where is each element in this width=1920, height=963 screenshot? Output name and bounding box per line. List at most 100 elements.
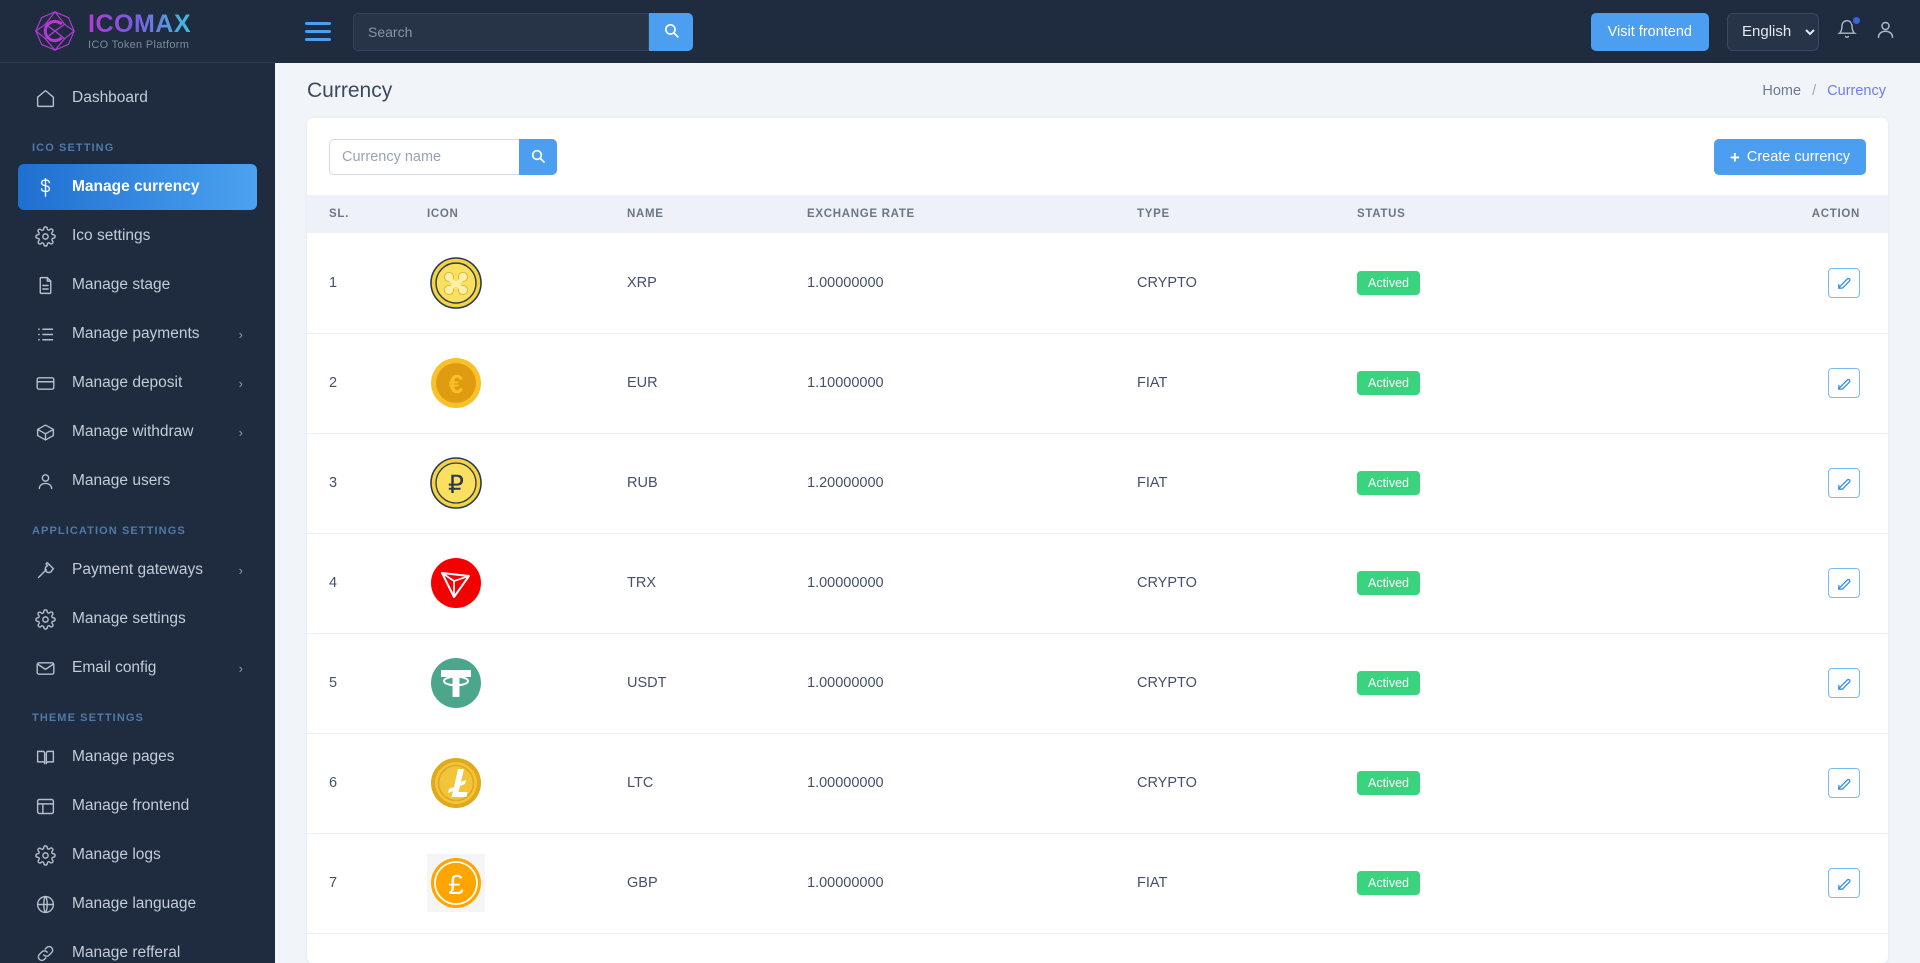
edit-pencil-square-icon[interactable] bbox=[1828, 468, 1860, 498]
cell-exchange-rate: 1.00000000 bbox=[807, 633, 1137, 734]
sidebar-item-manage-stage[interactable]: Manage stage bbox=[18, 262, 257, 308]
sidebar-item-manage-pages[interactable]: Manage pages bbox=[18, 734, 257, 780]
sidebar-item-manage-deposit[interactable]: Manage deposit › bbox=[18, 360, 257, 406]
create-currency-button[interactable]: + Create currency bbox=[1713, 139, 1866, 175]
layout-icon bbox=[34, 795, 56, 817]
cell-icon bbox=[427, 533, 627, 634]
sidebar-item-label: Manage deposit bbox=[72, 374, 183, 391]
sidebar-item-manage-currency[interactable]: Manage currency bbox=[18, 164, 257, 210]
account-menu-button[interactable] bbox=[1875, 19, 1896, 45]
edit-pencil-square-icon[interactable] bbox=[1828, 668, 1860, 698]
table-row: 4 TRX 1.00000000 CRYPTO Actived bbox=[307, 533, 1888, 634]
sidebar-item-label: Manage withdraw bbox=[72, 423, 194, 440]
user-icon bbox=[34, 470, 56, 492]
page-title: Currency bbox=[307, 78, 393, 102]
sidebar-item-manage-settings[interactable]: Manage settings bbox=[18, 596, 257, 642]
box-icon bbox=[34, 421, 56, 443]
edit-pencil-square-icon[interactable] bbox=[1828, 768, 1860, 798]
search-icon bbox=[663, 22, 680, 42]
sidebar-nav: Dashboard ICO SETTING Manage currency Ico s… bbox=[0, 63, 275, 963]
sidebar-item-manage-refferal[interactable]: Manage refferal bbox=[18, 930, 257, 963]
cell-icon bbox=[427, 633, 627, 734]
create-currency-label: Create currency bbox=[1746, 149, 1850, 165]
document-icon bbox=[34, 274, 56, 296]
currency-name-input[interactable] bbox=[329, 139, 519, 175]
cell-sl: 7 bbox=[307, 833, 427, 934]
sidebar-item-manage-frontend[interactable]: Manage frontend bbox=[18, 783, 257, 829]
cell-exchange-rate: 1.10000000 bbox=[807, 333, 1137, 434]
table-row: 5 USDT 1.00000000 CRYPTO Actived bbox=[307, 633, 1888, 734]
sidebar-item-dashboard[interactable]: Dashboard bbox=[18, 75, 257, 121]
currency-search-button[interactable] bbox=[519, 139, 557, 175]
sidebar-item-manage-logs[interactable]: Manage logs bbox=[18, 832, 257, 878]
cell-name: EUR bbox=[627, 333, 807, 434]
chevron-right-icon: › bbox=[238, 424, 243, 440]
visit-frontend-button[interactable]: Visit frontend bbox=[1590, 12, 1709, 51]
chevron-right-icon: › bbox=[238, 375, 243, 391]
col-header-sl: SL. bbox=[329, 208, 349, 220]
cell-type: FIAT bbox=[1137, 333, 1357, 434]
envelope-icon bbox=[34, 657, 56, 679]
notification-bell-button[interactable] bbox=[1837, 15, 1862, 44]
sidebar-item-label: Ico settings bbox=[72, 227, 151, 244]
cell-action bbox=[1577, 633, 1888, 734]
plus-icon: + bbox=[1729, 147, 1740, 167]
chevron-right-icon: › bbox=[238, 660, 243, 676]
cell-icon: £ bbox=[427, 833, 627, 934]
sidebar-item-label: Manage frontend bbox=[72, 797, 190, 814]
cell-type: CRYPTO bbox=[1137, 633, 1357, 734]
card-toolbar: + Create currency bbox=[307, 118, 1888, 195]
edit-pencil-square-icon[interactable] bbox=[1828, 368, 1860, 398]
cell-exchange-rate: 1.00000000 bbox=[807, 733, 1137, 834]
cell-sl: 2 bbox=[307, 333, 427, 434]
search-button[interactable] bbox=[649, 12, 693, 51]
sidebar-item-label: Email config bbox=[72, 659, 157, 676]
trx-coin-icon bbox=[427, 554, 485, 612]
cell-type: CRYPTO bbox=[1137, 233, 1357, 334]
status-badge: Actived bbox=[1357, 671, 1420, 695]
brand-logo-area[interactable]: ICOMAX ICO Token Platform bbox=[0, 0, 275, 63]
gem-c-logo-icon bbox=[32, 8, 78, 54]
sidebar-item-ico-settings[interactable]: Ico settings bbox=[18, 213, 257, 259]
brand-title: ICOMAX bbox=[88, 9, 191, 38]
cell-name: TRX bbox=[627, 533, 807, 634]
cell-status: Actived bbox=[1357, 333, 1577, 434]
currency-search bbox=[329, 139, 557, 175]
sidebar-item-label: Manage stage bbox=[72, 276, 171, 293]
cell-sl: 5 bbox=[307, 633, 427, 734]
sidebar-item-payment-gateways[interactable]: Payment gateways › bbox=[18, 547, 257, 593]
eur-coin-icon: € bbox=[427, 354, 485, 412]
sidebar-item-email-config[interactable]: Email config › bbox=[18, 645, 257, 691]
app-root: ICOMAX ICO Token Platform Dashboard ICO S… bbox=[0, 0, 1920, 963]
edit-pencil-square-icon[interactable] bbox=[1828, 267, 1860, 298]
sidebar-item-manage-withdraw[interactable]: Manage withdraw › bbox=[18, 409, 257, 455]
cell-name: GBP bbox=[627, 833, 807, 934]
cell-action bbox=[1577, 833, 1888, 934]
col-header-type: TYPE bbox=[1137, 208, 1170, 220]
svg-text:€: € bbox=[449, 369, 463, 399]
cell-name: LTC bbox=[627, 733, 807, 834]
col-header-icon: ICON bbox=[427, 208, 459, 220]
cell-exchange-rate: 1.20000000 bbox=[807, 433, 1137, 534]
edit-pencil-square-icon[interactable] bbox=[1828, 868, 1860, 898]
sidebar-item-label: Manage settings bbox=[72, 610, 186, 627]
hamburger-icon[interactable] bbox=[305, 22, 335, 41]
breadcrumb-separator: / bbox=[1812, 82, 1817, 99]
language-select[interactable]: English bbox=[1727, 12, 1819, 51]
sidebar-item-manage-users[interactable]: Manage users bbox=[18, 458, 257, 504]
breadcrumb-home[interactable]: Home bbox=[1762, 83, 1801, 99]
edit-pencil-square-icon[interactable] bbox=[1828, 568, 1860, 598]
sidebar-item-manage-payments[interactable]: Manage payments › bbox=[18, 311, 257, 357]
list-icon bbox=[34, 323, 56, 345]
chevron-right-icon: › bbox=[238, 562, 243, 578]
brand-subtitle: ICO Token Platform bbox=[88, 38, 190, 51]
sidebar-section-label: ICO SETTING bbox=[32, 142, 115, 154]
col-header-action: ACTION bbox=[1811, 208, 1860, 220]
sidebar-item-manage-language[interactable]: Manage language bbox=[18, 881, 257, 927]
search-input[interactable] bbox=[353, 12, 649, 51]
main-area: Visit frontend English bbox=[275, 0, 1920, 963]
status-badge: Actived bbox=[1357, 871, 1420, 895]
cell-exchange-rate: 1.00000000 bbox=[807, 233, 1137, 334]
sidebar-item-label: Manage language bbox=[72, 895, 197, 912]
content-area: + Create currency SL. ICON NAME EXCHANGE… bbox=[275, 118, 1920, 963]
